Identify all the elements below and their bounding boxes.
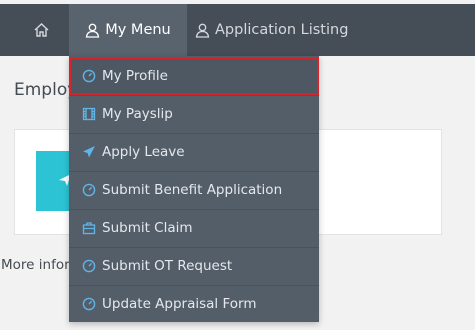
nav-application-listing-tab[interactable]: Application Listing [195,4,348,56]
menu-item-update-appraisal-form[interactable]: Update Appraisal Form [69,285,319,323]
menu-item-label: My Profile [102,68,168,84]
page-heading: Employ [14,80,74,100]
my-menu-dropdown: My Profile My Payslip Apply Leave Submit… [69,56,319,322]
dashboard-gauge-icon [81,258,97,274]
more-info-link[interactable]: More infor [1,257,71,273]
my-menu-label: My Menu [105,22,171,38]
film-document-icon [81,106,97,122]
briefcase-icon [81,220,97,236]
plane-icon [81,144,97,160]
nav-my-menu-tab[interactable]: My Menu [69,4,187,56]
menu-item-my-payslip[interactable]: My Payslip [69,95,319,133]
home-icon [33,22,50,38]
top-navigation-bar: My Menu Application Listing [0,4,475,56]
menu-item-label: Submit Benefit Application [102,182,283,198]
menu-item-label: Submit Claim [102,220,193,236]
user-icon [85,23,100,38]
nav-home-button[interactable] [13,4,69,56]
menu-item-label: My Payslip [102,106,173,122]
dashboard-gauge-icon [81,296,97,312]
dashboard-gauge-icon [81,182,97,198]
user-icon [195,23,210,38]
menu-item-submit-benefit-application[interactable]: Submit Benefit Application [69,171,319,209]
menu-item-label: Apply Leave [102,144,185,160]
menu-item-my-profile[interactable]: My Profile [69,57,319,95]
menu-item-submit-ot-request[interactable]: Submit OT Request [69,247,319,285]
dashboard-gauge-icon [81,68,97,84]
application-listing-label: Application Listing [215,22,349,38]
menu-item-submit-claim[interactable]: Submit Claim [69,209,319,247]
menu-item-label: Submit OT Request [102,258,233,274]
menu-item-label: Update Appraisal Form [102,296,257,312]
menu-item-apply-leave[interactable]: Apply Leave [69,133,319,171]
